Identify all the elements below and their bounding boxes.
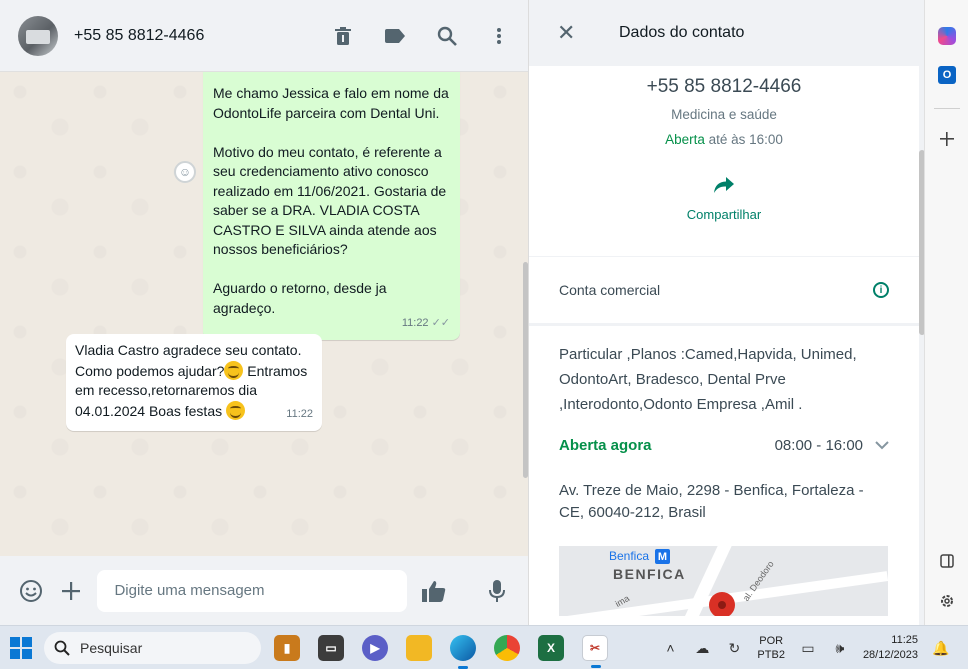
language-top: POR: [759, 635, 784, 647]
network-icon[interactable]: ▭: [799, 639, 817, 657]
microphone-icon[interactable]: [484, 578, 510, 604]
search-icon: [54, 640, 70, 656]
snipping-tool-icon[interactable]: ✂: [582, 634, 608, 668]
copilot-icon[interactable]: [936, 25, 958, 47]
emoji-icon[interactable]: [18, 578, 43, 604]
attach-plus-icon[interactable]: [58, 578, 83, 604]
screen: +55 85 8812-4466 ☺ Me chamo Jessica e fa…: [0, 0, 968, 669]
outlook-icon[interactable]: O: [936, 64, 958, 86]
open-now-label: Aberta agora: [559, 437, 652, 454]
search-icon[interactable]: [436, 25, 458, 47]
chevron-up-icon[interactable]: ˄: [661, 639, 679, 657]
settings-gear-icon[interactable]: [936, 590, 958, 612]
panel-title: Dados do contato: [619, 24, 745, 41]
edge-browser-icon[interactable]: [450, 634, 476, 669]
chat-title[interactable]: +55 85 8812-4466: [74, 27, 332, 45]
taskbar-apps: ▮ ▭ ▶ X ✂: [274, 634, 608, 669]
language-indicator[interactable]: POR PTB2: [757, 634, 785, 662]
teams-chat-icon[interactable]: ▶: [362, 634, 388, 661]
start-windows-icon[interactable]: [10, 636, 32, 659]
chrome-browser-icon[interactable]: [494, 634, 520, 661]
chat-pane: +55 85 8812-4466 ☺ Me chamo Jessica e fa…: [0, 0, 528, 625]
contact-avatar[interactable]: [18, 15, 58, 56]
add-plus-icon[interactable]: [936, 128, 958, 150]
notifications-bell-icon[interactable]: 🔔: [932, 639, 950, 657]
sidebar-divider: [934, 108, 960, 109]
sidebar-panel-icon[interactable]: [936, 550, 958, 572]
briefcase-app-icon[interactable]: ▮: [274, 634, 300, 661]
business-address[interactable]: Av. Treze de Maio, 2298 - Benfica, Forta…: [559, 480, 889, 524]
map-label-neighborhood: BENFICA: [613, 566, 686, 582]
message-text: Me chamo Jessica e falo em nome da Odont…: [213, 85, 449, 316]
message-list[interactable]: ☺ Me chamo Jessica e falo em nome da Odo…: [0, 72, 528, 556]
clock-time: 11:25: [891, 634, 918, 646]
composer: [0, 556, 528, 625]
open-until: até às 16:00: [704, 132, 783, 147]
delete-icon[interactable]: [332, 25, 354, 47]
hours-range-text: 08:00 - 16:00: [774, 437, 863, 454]
message-input[interactable]: [97, 569, 407, 612]
clock[interactable]: 11:25 28/12/2023: [863, 633, 918, 663]
incoming-message[interactable]: Vladia Castro agradece seu contato. Como…: [66, 334, 322, 431]
share-button[interactable]: Compartilhar: [529, 207, 919, 222]
open-status: Aberta: [665, 132, 705, 147]
location-map[interactable]: Benfica M BENFICA ima al. Deodoro: [559, 546, 888, 616]
label-tag-icon[interactable]: [384, 25, 406, 47]
file-explorer-icon[interactable]: [406, 634, 432, 661]
map-pin-icon: [709, 592, 735, 616]
taskbar-search-label: Pesquisar: [80, 639, 143, 656]
business-category: Medicina e saúde: [671, 107, 777, 122]
info-icon[interactable]: i: [873, 282, 889, 298]
chat-header: +55 85 8812-4466: [0, 0, 528, 72]
outgoing-message[interactable]: Me chamo Jessica e falo em nome da Odont…: [203, 72, 460, 340]
business-account-label: Conta comercial: [559, 282, 661, 298]
metro-icon: M: [655, 549, 670, 564]
close-icon[interactable]: ✕: [557, 20, 577, 46]
thumbs-up-icon[interactable]: [421, 578, 447, 604]
composer-right-actions: [421, 578, 510, 604]
system-tray: ˄ ☁ ↻ POR PTB2 ▭ 🕪 11:25 28/12/2023 🔔: [661, 626, 968, 669]
language-bottom: PTB2: [757, 649, 785, 661]
contact-info-panel: ✕ Dados do contato +55 85 8812-4466 Medi…: [528, 0, 924, 625]
contact-summary-card: +55 85 8812-4466 Medicina e saúde Aberta…: [529, 66, 919, 256]
emoji-reaction-icon[interactable]: ☺: [174, 161, 196, 183]
cloud-offline-icon[interactable]: ☁: [693, 639, 711, 657]
chat-header-actions: [332, 25, 510, 47]
share-arrow-icon[interactable]: [712, 173, 736, 197]
panel-header: ✕ Dados do contato: [529, 0, 924, 66]
read-ticks-icon: ✓✓: [431, 317, 450, 329]
windows-taskbar: Pesquisar ▮ ▭ ▶ X ✂ ˄ ☁ ↻ POR PTB2 ▭ 🕪 11…: [0, 625, 968, 669]
message-time: 11:22: [401, 317, 429, 329]
message-time: 11:22: [286, 408, 313, 420]
business-account-row[interactable]: Conta comercial i: [529, 257, 919, 323]
contact-phone: +55 85 8812-4466: [646, 76, 802, 97]
business-hours-row[interactable]: Aberta agora 08:00 - 16:00: [559, 437, 889, 454]
business-details-card: Particular ,Planos :Camed,Hapvida, Unime…: [529, 326, 919, 625]
menu-kebab-icon[interactable]: [488, 25, 510, 47]
taskbar-search[interactable]: Pesquisar: [44, 631, 261, 664]
excel-icon[interactable]: X: [538, 634, 564, 661]
browser-sidebar: O: [924, 0, 968, 625]
update-refresh-icon[interactable]: ↻: [725, 639, 743, 657]
task-view-icon[interactable]: ▭: [318, 634, 344, 661]
map-label-station: Benfica: [609, 549, 650, 563]
volume-icon[interactable]: 🕪: [831, 639, 849, 657]
smiling-halo-emoji-icon: [226, 400, 245, 420]
hours-range: 08:00 - 16:00: [775, 437, 889, 454]
smiling-halo-emoji-icon: [224, 360, 244, 380]
business-description: Particular ,Planos :Camed,Hapvida, Unime…: [559, 346, 857, 413]
business-hours-status: Aberta até às 16:00: [529, 132, 919, 147]
clock-date: 28/12/2023: [862, 649, 918, 661]
chevron-down-icon[interactable]: [875, 437, 889, 454]
